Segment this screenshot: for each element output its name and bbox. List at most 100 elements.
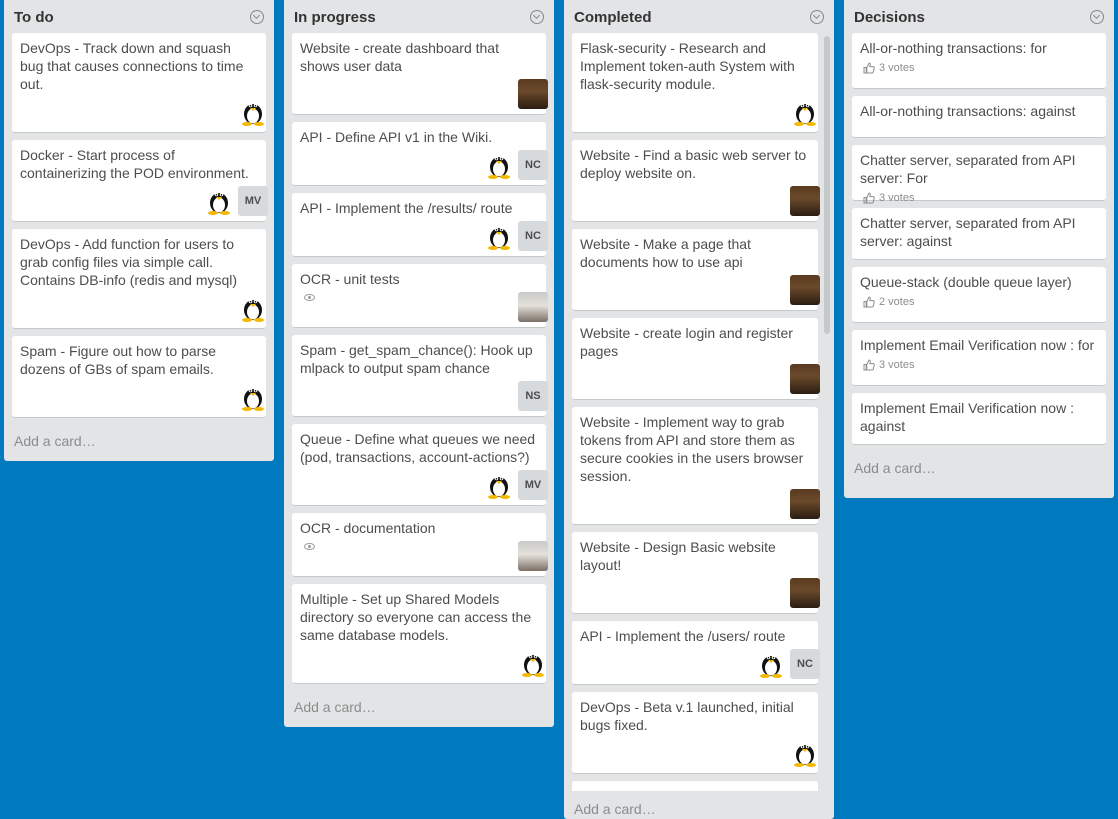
card-title: Website - Design Basic website layout! bbox=[580, 539, 776, 573]
tux-avatar-icon[interactable] bbox=[790, 738, 820, 768]
tux-avatar-icon[interactable] bbox=[518, 648, 548, 678]
member-initials-avatar[interactable]: NC bbox=[518, 150, 548, 180]
list-title[interactable]: Completed bbox=[574, 9, 824, 26]
card[interactable]: Spam - Figure out how to parse dozens of… bbox=[12, 336, 266, 418]
add-card-link[interactable]: Add a card… bbox=[284, 691, 554, 725]
card[interactable]: All-or-nothing transactions: against bbox=[852, 96, 1106, 138]
card[interactable]: Multiple - Set up Shared Models director… bbox=[292, 584, 546, 684]
list-menu-icon[interactable] bbox=[810, 10, 824, 24]
member-photo-avatar[interactable] bbox=[790, 578, 820, 608]
card-title: Website - Find a basic web server to dep… bbox=[580, 147, 807, 181]
card[interactable]: Website - Find a basic web server to dep… bbox=[572, 140, 820, 222]
card[interactable]: API - Implement the /users/ route NC bbox=[572, 621, 820, 685]
add-card-link[interactable]: Add a card… bbox=[4, 425, 274, 459]
list-in-progress: In progress Website - create dashboard th… bbox=[284, 0, 554, 727]
list-title[interactable]: Decisions bbox=[854, 9, 1104, 26]
card-badges bbox=[300, 541, 538, 555]
add-card-link[interactable]: Add a card… bbox=[564, 793, 666, 819]
card[interactable]: API - Implement... bbox=[572, 781, 818, 791]
card[interactable]: All-or-nothing transactions: for 3 votes bbox=[852, 33, 1106, 89]
card-title: Website - create login and register page… bbox=[580, 325, 793, 359]
list-menu-icon[interactable] bbox=[1090, 10, 1104, 24]
card[interactable]: OCR - documentation bbox=[292, 513, 548, 577]
list-menu-icon[interactable] bbox=[530, 10, 544, 24]
member-photo-avatar[interactable] bbox=[518, 292, 548, 322]
tux-avatar-icon[interactable] bbox=[484, 470, 514, 500]
card-members bbox=[518, 292, 548, 322]
list-title[interactable]: To do bbox=[14, 9, 264, 26]
card[interactable]: Website - Implement way to grab tokens f… bbox=[572, 407, 820, 525]
vote-count: 2 votes bbox=[879, 296, 915, 308]
card-title: API - Implement the /users/ route bbox=[580, 628, 786, 644]
member-initials-avatar[interactable]: MV bbox=[518, 470, 548, 500]
card-title: All-or-nothing transactions: against bbox=[860, 103, 1076, 119]
tux-avatar-icon[interactable] bbox=[238, 382, 268, 412]
tux-avatar-icon[interactable] bbox=[238, 97, 268, 127]
card[interactable]: Website - create dashboard that shows us… bbox=[292, 33, 548, 115]
card-members bbox=[238, 293, 268, 323]
card-members bbox=[790, 97, 820, 127]
card[interactable]: Implement Email Verification now : for 3 … bbox=[852, 330, 1106, 386]
member-photo-avatar[interactable] bbox=[790, 489, 820, 519]
card-members: NC bbox=[484, 150, 548, 180]
member-photo-avatar[interactable] bbox=[790, 186, 820, 216]
card[interactable]: Website - Design Basic website layout! bbox=[572, 532, 820, 614]
tux-avatar-icon[interactable] bbox=[484, 221, 514, 251]
vote-badge: 3 votes bbox=[860, 191, 1098, 205]
watch-eye-icon bbox=[304, 294, 315, 301]
list-title[interactable]: In progress bbox=[294, 9, 544, 26]
tux-avatar-icon[interactable] bbox=[790, 97, 820, 127]
card[interactable]: DevOps - Track down and squash bug that … bbox=[12, 33, 266, 133]
card[interactable]: Chatter server, separated from API serve… bbox=[852, 145, 1106, 204]
card[interactable]: Implement Email Verification now : again… bbox=[852, 393, 1106, 445]
member-initials-avatar[interactable]: MV bbox=[238, 186, 268, 216]
card-title: Chatter server, separated from API serve… bbox=[860, 215, 1076, 249]
member-photo-avatar[interactable] bbox=[790, 275, 820, 305]
tux-avatar-icon[interactable] bbox=[756, 649, 786, 679]
card[interactable]: Queue - Define what queues we need (pod,… bbox=[292, 424, 548, 506]
card[interactable]: Flask-security - Research and Implement … bbox=[572, 33, 818, 133]
card[interactable]: Spam - get_spam_chance(): Hook up mlpack… bbox=[292, 335, 548, 417]
card-title: DevOps - Track down and squash bug that … bbox=[20, 40, 244, 92]
card-title: All-or-nothing transactions: for bbox=[860, 40, 1047, 56]
card[interactable]: DevOps - Add function for users to grab … bbox=[12, 229, 266, 329]
member-photo-avatar[interactable] bbox=[518, 79, 548, 109]
card-title: API - Implement the /results/ route bbox=[300, 200, 513, 216]
card-members: NC bbox=[756, 649, 820, 679]
tux-avatar-icon[interactable] bbox=[238, 293, 268, 323]
add-card-link[interactable]: Add a card… bbox=[844, 452, 1114, 486]
card-members bbox=[790, 489, 820, 519]
vote-badge: 3 votes bbox=[860, 358, 1098, 372]
card-title: Flask-security - Research and Implement … bbox=[580, 40, 795, 92]
list-menu-icon[interactable] bbox=[250, 10, 264, 24]
card-title: OCR - documentation bbox=[300, 520, 436, 536]
card[interactable]: Docker - Start process of containerizing… bbox=[12, 140, 268, 222]
tux-avatar-icon[interactable] bbox=[484, 150, 514, 180]
list-header: Decisions bbox=[844, 0, 1114, 33]
member-photo-avatar[interactable] bbox=[790, 364, 820, 394]
card-members bbox=[790, 578, 820, 608]
card[interactable]: Chatter server, separated from API serve… bbox=[852, 208, 1106, 260]
list-to-do: To do DevOps - Track down and squash bug … bbox=[4, 0, 274, 461]
card[interactable]: OCR - unit tests bbox=[292, 264, 548, 328]
card-title: Multiple - Set up Shared Models director… bbox=[300, 591, 532, 643]
member-initials-avatar[interactable]: NS bbox=[518, 381, 548, 411]
member-initials-avatar[interactable]: NC bbox=[790, 649, 820, 679]
card[interactable]: Website - create login and register page… bbox=[572, 318, 820, 400]
list-scrollbar[interactable] bbox=[824, 36, 830, 334]
card-title: Spam - Figure out how to parse dozens of… bbox=[20, 343, 217, 377]
thumbs-up-icon bbox=[863, 192, 875, 204]
card[interactable]: Website - Make a page that documents how… bbox=[572, 229, 820, 311]
card-title: Website - Implement way to grab tokens f… bbox=[580, 414, 804, 484]
card[interactable]: API - Define API v1 in the Wiki. NC bbox=[292, 122, 548, 186]
card-members bbox=[238, 97, 268, 127]
thumbs-up-icon bbox=[863, 296, 875, 308]
tux-avatar-icon[interactable] bbox=[204, 186, 234, 216]
member-photo-avatar[interactable] bbox=[518, 541, 548, 571]
card[interactable]: API - Implement the /results/ route NC bbox=[292, 193, 548, 257]
card[interactable]: Queue-stack (double queue layer) 2 votes bbox=[852, 267, 1106, 323]
card-title: OCR - unit tests bbox=[300, 271, 400, 287]
card[interactable]: DevOps - Beta v.1 launched, initial bugs… bbox=[572, 692, 818, 774]
member-initials-avatar[interactable]: NC bbox=[518, 221, 548, 251]
list-completed: Completed Flask-security - Research and I… bbox=[564, 0, 834, 819]
